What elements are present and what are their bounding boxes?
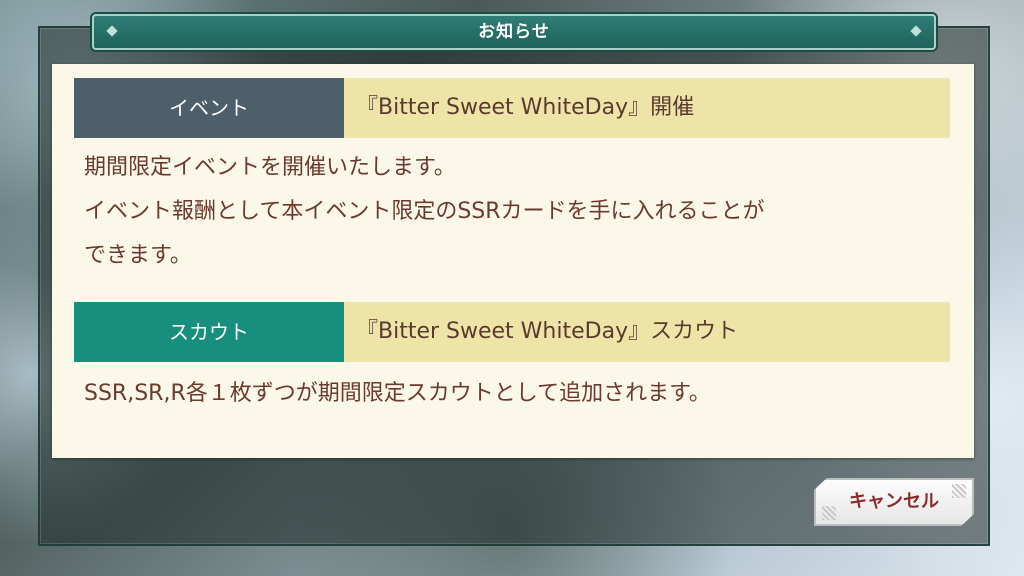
scout-description-line: SSR,SR,R各１枚ずつが期間限定スカウトとして追加されます。 bbox=[84, 381, 711, 406]
event-description-line: イベント報酬として本イベント限定のSSRカードを手に入れることが bbox=[84, 199, 765, 224]
notice-panel: イベント 『Bitter Sweet WhiteDay』開催 期間限定イベントを… bbox=[52, 64, 974, 458]
scout-category-label: スカウト bbox=[74, 302, 344, 362]
scout-heading: 『Bitter Sweet WhiteDay』スカウト bbox=[344, 302, 950, 362]
event-description-line: できます。 bbox=[84, 243, 192, 268]
event-description-line: 期間限定イベントを開催いたします。 bbox=[84, 155, 456, 180]
event-section-header: イベント 『Bitter Sweet WhiteDay』開催 bbox=[74, 78, 950, 138]
scout-section-header: スカウト 『Bitter Sweet WhiteDay』スカウト bbox=[74, 302, 950, 362]
scout-description: SSR,SR,R各１枚ずつが期間限定スカウトとして追加されます。 bbox=[84, 372, 944, 416]
dialog-title-bar: お知らせ bbox=[92, 14, 936, 50]
event-description: 期間限定イベントを開催いたします。 イベント報酬として本イベント限定のSSRカー… bbox=[84, 146, 944, 278]
cancel-button-label: キャンセル bbox=[849, 491, 939, 512]
event-category-label: イベント bbox=[74, 78, 344, 138]
event-heading: 『Bitter Sweet WhiteDay』開催 bbox=[344, 78, 950, 138]
cancel-button[interactable]: キャンセル bbox=[814, 478, 974, 526]
dialog-title: お知らせ bbox=[478, 22, 550, 42]
